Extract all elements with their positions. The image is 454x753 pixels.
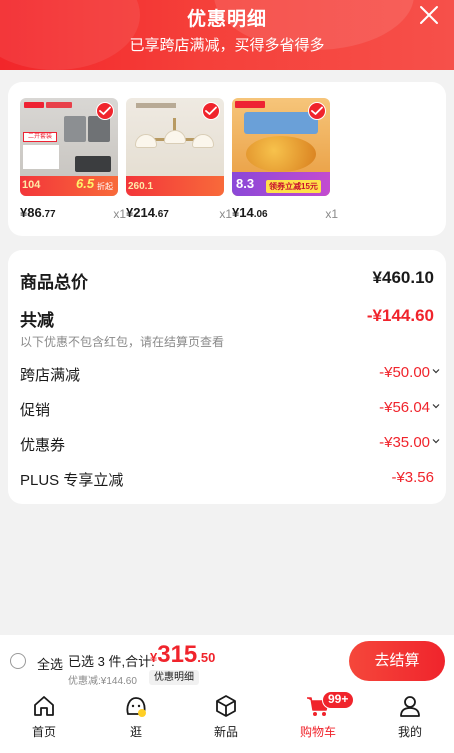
selected-check-icon [308,102,326,120]
total-reduction-label: 共减 [20,311,54,330]
product-price: ¥14.06 [232,205,268,220]
product-price: ¥214.67 [126,205,169,220]
reduction-note: 以下优惠不包含红包，请在结算页查看 [20,335,225,349]
discount-label: 促销 [20,402,51,419]
page-title: 优惠明细 [186,9,267,30]
total-price-label: 商品总价 [20,273,88,292]
product-quantity: x1 [219,207,232,221]
selected-check-icon [96,102,114,120]
thumb-label: 二开套装 [23,132,57,142]
discount-summary: 优惠减:¥144.60 [68,676,137,687]
discount-row-plus: PLUS 专享立减 -¥3.56 [20,469,434,491]
discount-row-coupon[interactable]: 优惠券 -¥35.00 [20,434,440,456]
thumb-tag: 领券立减15元 [266,180,321,193]
selected-count: 已选 3 件,合计: [68,654,155,669]
product-item[interactable]: 二开套装 104 6.5 折起 ¥86.77 x1 [20,98,126,221]
tab-label: 逛 [129,725,142,739]
product-quantity: x1 [113,207,126,221]
discount-row-promotion[interactable]: 促销 -¥56.04 [20,399,440,421]
product-thumbnail: 260.1 [126,98,224,196]
tab-label: 新品 [213,725,238,739]
chevron-down-icon [432,439,440,444]
tab-home[interactable]: 首页 [14,693,74,740]
checkout-bar: 全选 已选 3 件,合计: ¥315.50 优惠减:¥144.60 优惠明细 去… [0,635,454,687]
thumb-tag: 折起 [97,182,113,191]
tab-label: 我的 [397,725,422,739]
close-icon [420,6,438,24]
checkout-button[interactable]: 去结算 [349,641,445,681]
select-all-label[interactable]: 全选 [37,654,63,673]
discount-row-cross-store[interactable]: 跨店满减 -¥50.00 [20,364,440,386]
total-reduction-value: -¥144.60 [366,306,434,325]
browse-icon [126,697,146,717]
page-subtitle: 已享跨店满减，买得多省得多 [129,37,325,54]
product-quantity: x1 [325,207,338,221]
discount-label: 跨店满减 [20,367,81,384]
discount-label: PLUS 专享立减 [20,472,124,489]
discount-label: 优惠券 [20,437,66,454]
thumb-price: 8.3 [236,176,255,191]
discount-detail-toggle[interactable]: 优惠明细 [149,670,199,685]
select-all-radio[interactable] [10,653,26,669]
chevron-down-icon [432,369,440,374]
tab-label: 购物车 [299,725,336,739]
product-item[interactable]: 8.3 领券立减15元 ¥14.06 x1 [232,98,338,221]
new-product-icon [216,695,236,717]
total-price-row: 商品总价 ¥460.10 [20,268,434,292]
discount-value: -¥56.04 [379,399,430,416]
discount-value: -¥35.00 [379,434,430,451]
product-price: ¥86.77 [20,205,56,220]
thumb-discount: 6.5 [76,176,95,191]
profile-icon [400,696,420,717]
selected-check-icon [202,102,220,120]
cart-count-badge: 99+ [322,691,355,709]
home-icon [34,696,54,716]
discount-value: -¥3.56 [391,469,434,486]
discount-value: -¥50.00 [379,364,430,381]
chevron-down-icon [432,404,440,409]
bottom-tab-bar: 首页 逛 新品 购物车 我的 [0,687,454,753]
product-item[interactable]: 260.1 ¥214.67 x1 [126,98,232,221]
selected-products-card: 二开套装 104 6.5 折起 ¥86.77 x1 260.1 ¥214.67 … [8,82,446,236]
page-header: 优惠明细 已享跨店满减，买得多省得多 [0,0,454,70]
checkout-total: ¥315.50 [150,641,216,668]
tab-new[interactable]: 新品 [196,693,256,740]
price-summary-card: 商品总价 ¥460.10 共减 -¥144.60 以下优惠不包含红包，请在结算页… [8,250,446,504]
product-thumbnail: 二开套装 104 6.5 折起 [20,98,118,196]
thumb-price: 260.1 [128,181,154,192]
product-thumbnail: 8.3 领券立减15元 [232,98,330,196]
tab-browse[interactable]: 逛 [106,693,166,740]
tab-profile[interactable]: 我的 [380,693,440,740]
total-reduction-row: 共减 -¥144.60 [20,306,434,330]
thumb-price: 104 [22,179,41,191]
tab-label: 首页 [31,725,56,739]
close-button[interactable] [418,4,440,26]
total-price-value: ¥460.10 [372,268,434,287]
